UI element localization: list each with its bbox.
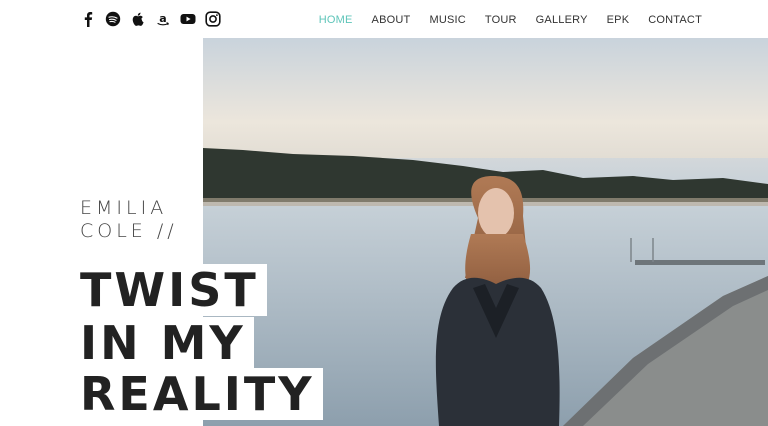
- artist-last-name: COLE //: [80, 220, 178, 242]
- artist-first-name: EMILIA: [80, 197, 168, 219]
- title-line-1: TWIST: [80, 264, 267, 316]
- nav-music[interactable]: MUSIC: [429, 14, 465, 26]
- facebook-icon[interactable]: [80, 11, 96, 27]
- nav-home[interactable]: HOME: [319, 14, 353, 26]
- apple-icon[interactable]: [130, 11, 146, 27]
- nav-gallery[interactable]: GALLERY: [536, 14, 588, 26]
- main-nav: HOME ABOUT MUSIC TOUR GALLERY EPK CONTAC…: [319, 14, 702, 26]
- nav-epk[interactable]: EPK: [607, 14, 630, 26]
- spotify-icon[interactable]: [105, 11, 121, 27]
- social-links: a: [80, 11, 221, 27]
- nav-contact[interactable]: CONTACT: [648, 14, 702, 26]
- svg-text:a: a: [159, 12, 166, 25]
- artist-name: EMILIA COLE //: [80, 197, 178, 243]
- title-line-2: IN MY: [80, 317, 254, 369]
- nav-about[interactable]: ABOUT: [372, 14, 411, 26]
- instagram-icon[interactable]: [205, 11, 221, 27]
- title-line-3: REALITY: [80, 368, 323, 420]
- amazon-icon[interactable]: a: [155, 11, 171, 27]
- youtube-icon[interactable]: [180, 11, 196, 27]
- nav-tour[interactable]: TOUR: [485, 14, 517, 26]
